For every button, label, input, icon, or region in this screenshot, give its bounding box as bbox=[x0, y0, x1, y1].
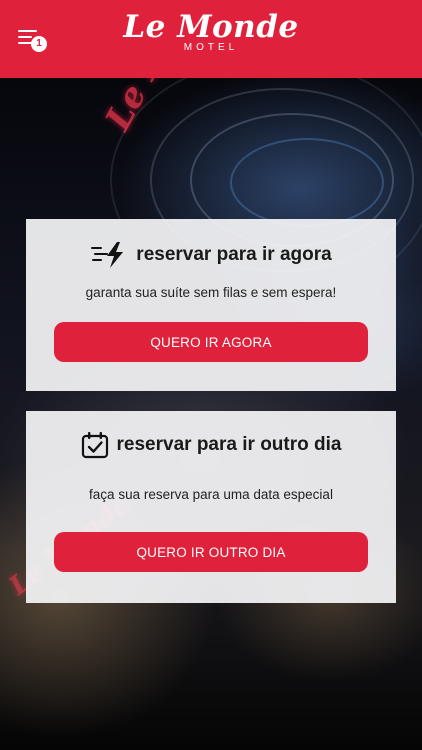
reserve-now-button[interactable]: QUERO IR AGORA bbox=[54, 322, 368, 362]
reserve-now-title: reservar para ir agora bbox=[136, 244, 332, 265]
reserve-now-card: reservar para ir agora garanta sua suíte… bbox=[26, 219, 396, 391]
reserve-later-header: reservar para ir outro dia bbox=[26, 431, 396, 459]
logo-subtitle: MOTEL bbox=[183, 42, 239, 53]
reserve-later-button[interactable]: QUERO IR OUTRO DIA bbox=[54, 532, 368, 572]
app-header: 1 Le Monde MOTEL bbox=[0, 0, 422, 78]
reserve-later-title: reservar para ir outro dia bbox=[116, 434, 342, 455]
reserve-later-subtitle: faça sua reserva para uma data especial bbox=[89, 487, 333, 502]
logo-name: Le Monde bbox=[123, 9, 299, 45]
brand-logo: Le Monde MOTEL bbox=[0, 10, 422, 54]
calendar-check-icon bbox=[81, 432, 108, 459]
reserve-now-header: reservar para ir agora bbox=[26, 241, 396, 269]
reserve-later-card: reservar para ir outro dia faça sua rese… bbox=[26, 411, 396, 603]
reserve-now-subtitle: garanta sua suíte sem filas e sem espera… bbox=[85, 285, 337, 300]
fast-bolt-icon bbox=[91, 242, 124, 268]
